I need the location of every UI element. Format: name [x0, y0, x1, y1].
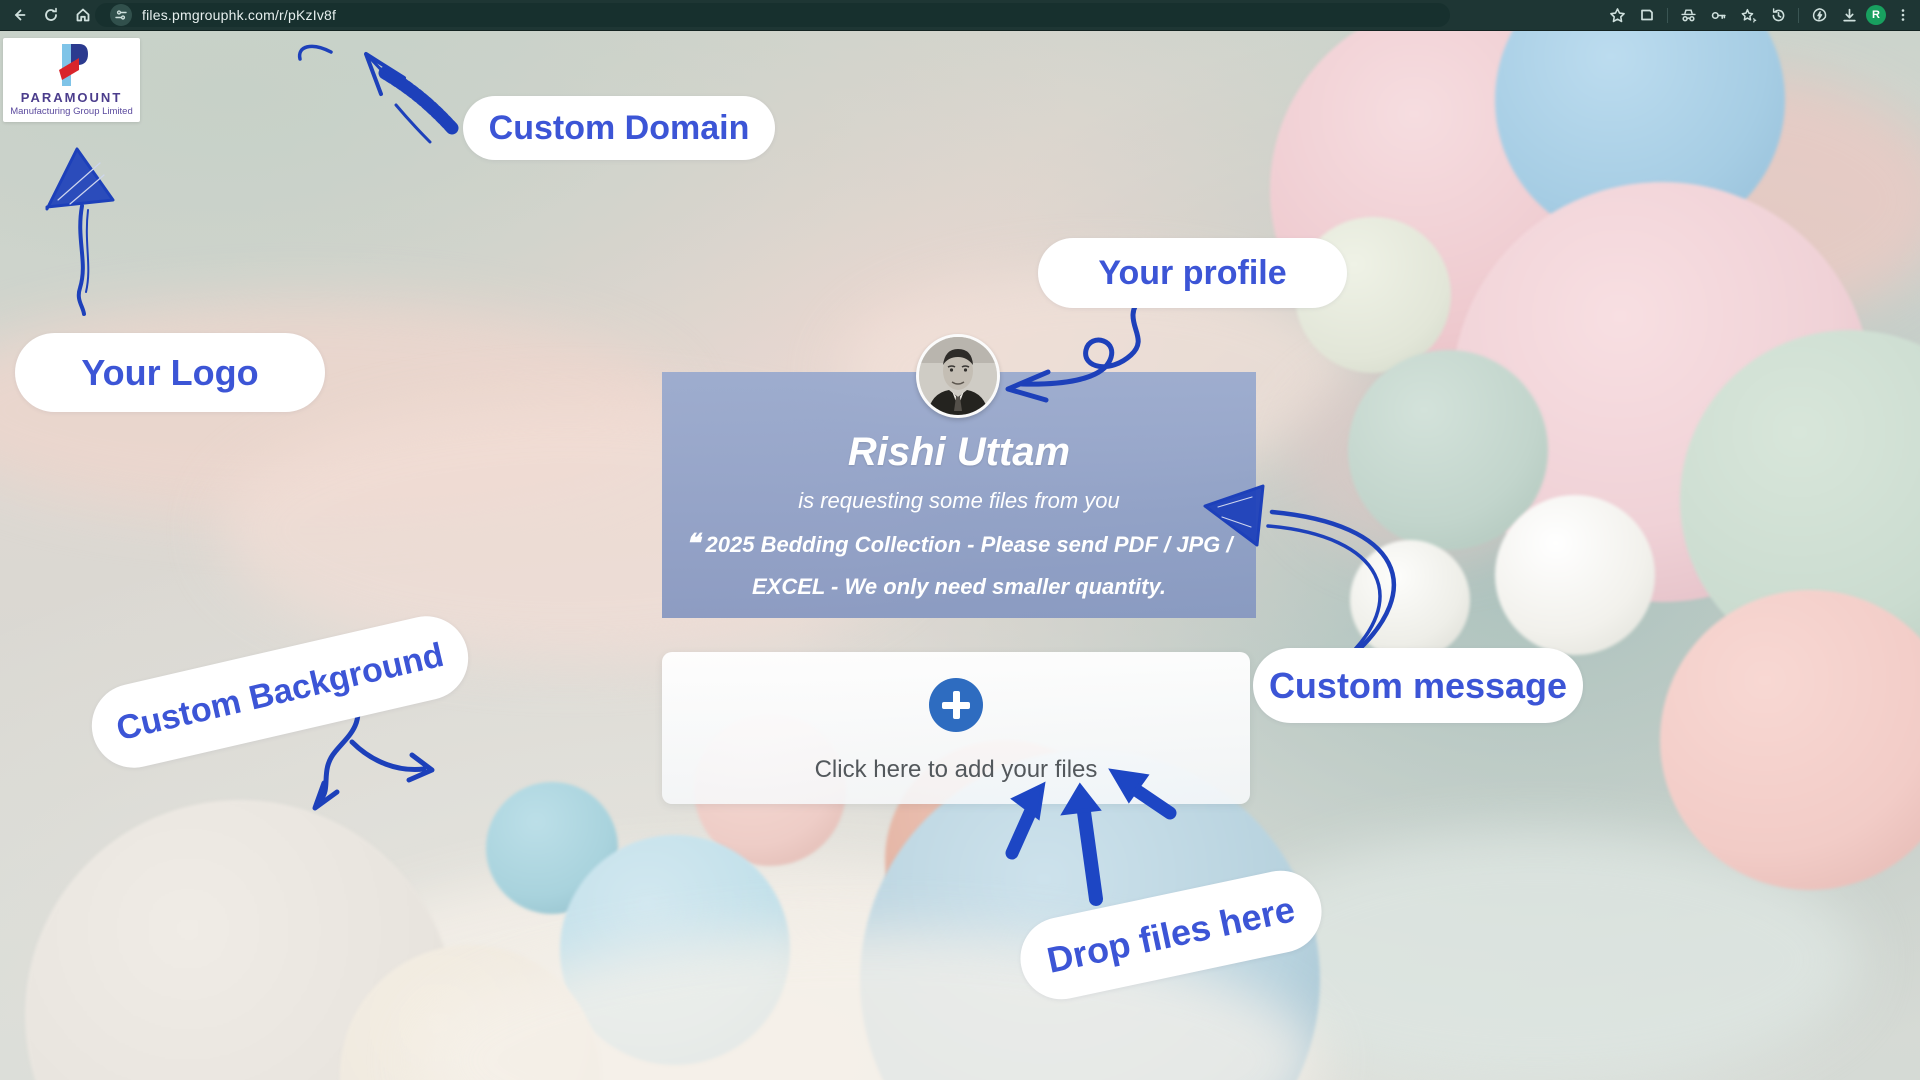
upload-dropzone[interactable]: Click here to add your files	[662, 652, 1250, 804]
sparkle-icon[interactable]	[1735, 2, 1761, 28]
logo-name: PARAMOUNT	[21, 90, 123, 105]
requester-name: Rishi Uttam	[662, 428, 1256, 476]
annotation-your-logo: Your Logo	[15, 333, 325, 412]
upload-label: Click here to add your files	[815, 756, 1098, 784]
boost-leaf-icon[interactable]	[1806, 2, 1832, 28]
profile-avatar[interactable]: R	[1866, 5, 1886, 25]
requester-avatar	[916, 334, 1000, 418]
site-info-icon[interactable]	[110, 4, 132, 26]
portrait-photo	[919, 337, 997, 415]
history-icon[interactable]	[1765, 2, 1791, 28]
download-icon[interactable]	[1836, 2, 1862, 28]
annotation-your-profile: Your profile	[1038, 238, 1347, 308]
reload-icon[interactable]	[38, 2, 64, 28]
incognito-icon[interactable]	[1675, 2, 1701, 28]
annotation-custom-message: Custom message	[1253, 648, 1583, 723]
password-key-icon[interactable]	[1705, 2, 1731, 28]
home-icon[interactable]	[70, 2, 96, 28]
extensions-icon[interactable]	[1634, 2, 1660, 28]
custom-message-text: ❝2025 Bedding Collection - Please send P…	[685, 522, 1233, 608]
browser-toolbar: files.pmgrouphk.com/r/pKzIv8f R	[0, 0, 1920, 31]
back-icon[interactable]	[6, 2, 32, 28]
message-body: 2025 Bedding Collection - Please send PD…	[706, 532, 1233, 599]
quote-icon: ❝	[686, 528, 700, 558]
company-logo: PARAMOUNT Manufacturing Group Limited	[3, 38, 140, 122]
paramount-logo-mark	[55, 44, 89, 88]
add-files-plus-icon[interactable]	[929, 678, 983, 732]
annotation-custom-domain: Custom Domain	[463, 96, 775, 160]
logo-subtitle: Manufacturing Group Limited	[10, 106, 133, 117]
menu-kebab-icon[interactable]	[1890, 2, 1916, 28]
request-subtitle: is requesting some files from you	[662, 488, 1256, 514]
bookmark-star-icon[interactable]	[1604, 2, 1630, 28]
url-text[interactable]: files.pmgrouphk.com/r/pKzIv8f	[142, 7, 336, 23]
